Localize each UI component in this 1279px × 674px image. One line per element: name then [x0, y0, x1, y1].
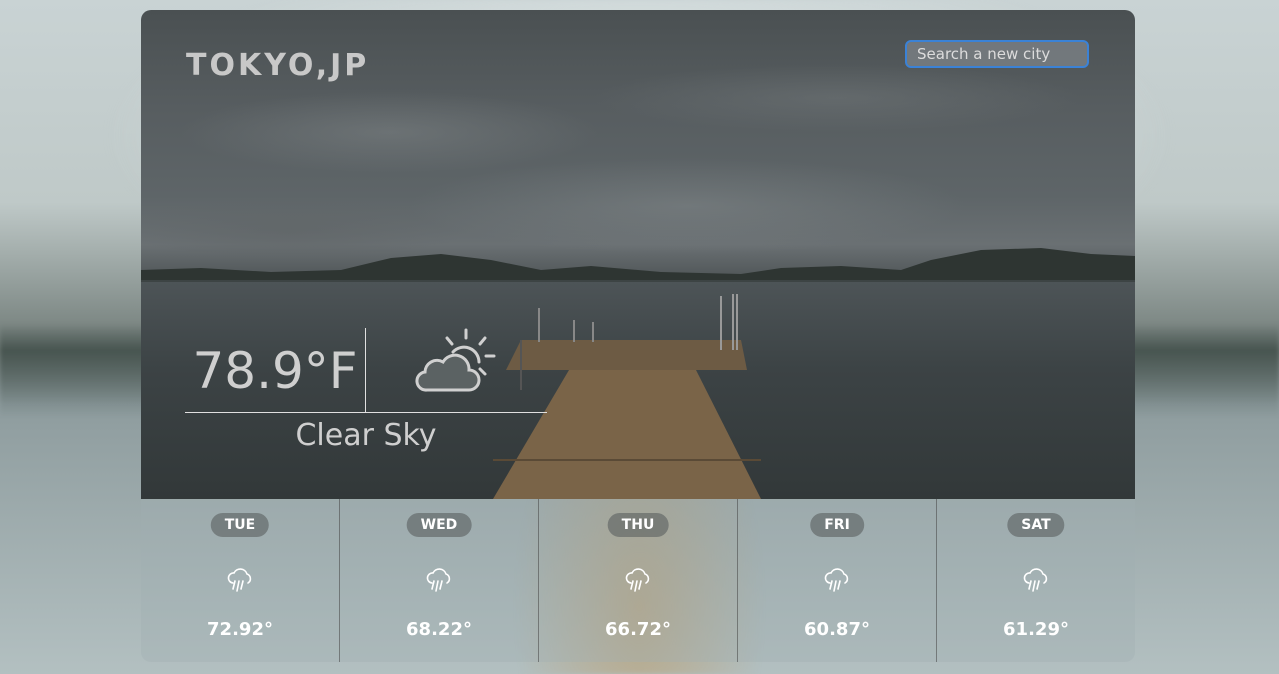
rain-cloud-icon	[426, 568, 451, 592]
day-temperature: 60.87°	[804, 619, 870, 640]
partly-sunny-icon	[415, 328, 496, 392]
day-temperature: 68.22°	[406, 619, 472, 640]
day-temperature: 61.29°	[1003, 619, 1069, 640]
rain-cloud-icon	[824, 568, 849, 592]
rain-cloud-icon	[227, 568, 252, 592]
day-label: TUE	[210, 513, 270, 537]
day-temperature: 66.72°	[605, 619, 671, 640]
rain-cloud-icon	[1023, 568, 1048, 592]
day-label: THU	[607, 513, 669, 537]
forecast-day: SAT 61.29°	[937, 499, 1135, 662]
city-name: TOKYO,JP	[186, 48, 370, 83]
divider-vertical	[365, 328, 366, 412]
forecast-day: FRI 60.87°	[738, 499, 937, 662]
weather-description: Clear Sky	[295, 418, 437, 453]
forecast-day: THU 66.72°	[539, 499, 738, 662]
day-label: WED	[406, 513, 472, 537]
forecast-day: WED 68.22°	[340, 499, 539, 662]
forecast-strip: TUE 72.92° WED 68.22° THU 66.72° FRI 60.…	[141, 499, 1135, 662]
current-temperature: 78.9°F	[192, 342, 358, 400]
hero-panel: TOKYO,JP 78.9°F Clear Sky	[141, 10, 1135, 499]
divider-horizontal	[185, 412, 547, 413]
city-search-input[interactable]	[905, 40, 1089, 68]
day-label: SAT	[1007, 513, 1065, 537]
weather-card: TOKYO,JP 78.9°F Clear Sky TUE	[141, 10, 1135, 662]
forecast-day: TUE 72.92°	[141, 499, 340, 662]
day-temperature: 72.92°	[207, 619, 273, 640]
day-label: FRI	[810, 513, 864, 537]
rain-cloud-icon	[625, 568, 650, 592]
